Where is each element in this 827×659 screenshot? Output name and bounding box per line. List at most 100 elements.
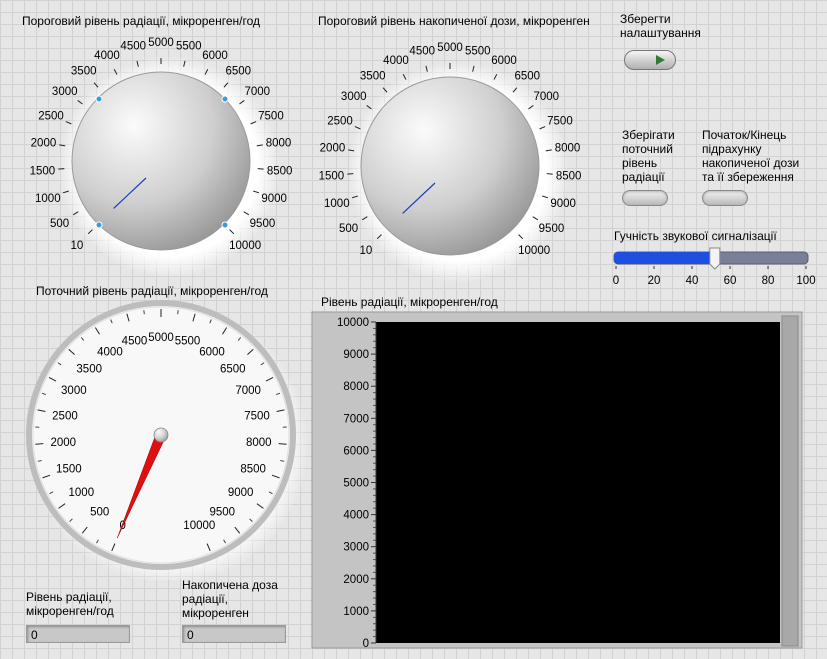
gauge-tick-label: 10000 bbox=[183, 520, 215, 532]
knob-tick-label: 500 bbox=[50, 218, 69, 230]
knob-tick-label: 9500 bbox=[250, 218, 276, 230]
knob-tick-label: 3000 bbox=[52, 86, 78, 98]
knob-tick-label: 9000 bbox=[550, 198, 576, 210]
knob-tick-label: 7000 bbox=[533, 91, 559, 103]
knob-tick-label: 10 bbox=[359, 245, 372, 257]
volume-tick-label: 0 bbox=[613, 275, 619, 287]
knob-tick-label: 1500 bbox=[30, 165, 56, 177]
gauge-tick bbox=[278, 443, 287, 445]
indicator-dose-field: 0 bbox=[182, 625, 286, 643]
knob-tick-label: 7500 bbox=[547, 115, 573, 127]
gauge-tick-label: 1000 bbox=[69, 487, 95, 499]
radiation-chart: 0 1000 2000 3000 4000 5000 6000 7000 8000 9000 100… bbox=[311, 311, 803, 650]
knob-tick-label: 5000 bbox=[148, 37, 174, 49]
chart-y-tick-label: 5000 bbox=[343, 478, 369, 490]
gauge-tick-label: 2000 bbox=[50, 437, 76, 449]
knob-tick-label: 4500 bbox=[120, 40, 146, 52]
knob-tick-label: 2000 bbox=[320, 142, 346, 154]
chart-plot-area bbox=[376, 322, 780, 643]
knob-tick-label: 8000 bbox=[555, 142, 581, 154]
dose-count-toggle[interactable] bbox=[702, 190, 748, 206]
gauge-tick-label: 4500 bbox=[122, 336, 148, 348]
gauge-tick-label: 5500 bbox=[175, 336, 201, 348]
volume-slider[interactable]: 0 20 40 60 80 100 bbox=[606, 240, 820, 290]
knob-tick-label: 2500 bbox=[38, 110, 64, 122]
knob-tick-label: 6500 bbox=[225, 66, 251, 78]
volume-tick-label: 80 bbox=[762, 275, 775, 287]
gauge-tick-label: 8000 bbox=[246, 437, 272, 449]
gauge-tick-label: 6500 bbox=[220, 363, 246, 375]
knob-tick-label: 8500 bbox=[556, 170, 582, 182]
knob-tick-label: 7500 bbox=[258, 110, 284, 122]
knob-tick-label: 1000 bbox=[35, 193, 61, 205]
knob-tick-label: 3500 bbox=[71, 66, 97, 78]
chart-y-tick-label: 4000 bbox=[343, 510, 369, 522]
gauge-tick-label: 7500 bbox=[244, 410, 270, 422]
gauge-tick-label: 500 bbox=[90, 506, 109, 518]
chart-y-tick-label: 7000 bbox=[343, 413, 369, 425]
radiation-gauge: 0500100015002000250030003500400045005000… bbox=[26, 300, 309, 580]
knob-tick-label: 3000 bbox=[341, 91, 367, 103]
selection-handle bbox=[95, 95, 103, 103]
selection-handle bbox=[221, 95, 229, 103]
knob-tick-label: 3500 bbox=[360, 71, 386, 83]
gauge-tick-label: 1500 bbox=[56, 463, 82, 475]
knob-tick-label: 7000 bbox=[244, 86, 270, 98]
knob-tick-label: 1500 bbox=[319, 170, 345, 182]
selection-handle bbox=[221, 221, 229, 229]
knob-dose[interactable]: 10500 1000 1500 2000 2500 3000 3500 40004500 500… bbox=[300, 0, 610, 285]
knob-tick-label: 2000 bbox=[31, 137, 57, 149]
knob-tick-label: 10000 bbox=[518, 245, 550, 257]
knob-tick-label: 2500 bbox=[327, 115, 353, 127]
knob-tick-label: 8500 bbox=[267, 165, 293, 177]
indicator-dose-label: Накопичена доза радіації, мікроренген bbox=[182, 578, 278, 620]
gauge-tick-label: 4000 bbox=[97, 346, 123, 358]
save-settings-button[interactable] bbox=[624, 50, 676, 70]
gauge-tick-label: 3000 bbox=[61, 385, 87, 397]
chart-y-tick-label: 3000 bbox=[343, 542, 369, 554]
volume-tick-label: 100 bbox=[796, 275, 815, 287]
knob-tick-label: 9500 bbox=[539, 223, 565, 235]
chart-y-tick-label: 6000 bbox=[343, 445, 369, 457]
knob-tick-label: 4500 bbox=[409, 45, 435, 57]
volume-tick-label: 60 bbox=[724, 275, 737, 287]
chart-y-tick-label: 9000 bbox=[343, 349, 369, 361]
gauge-tick bbox=[35, 443, 44, 445]
knob-tick-label: 4000 bbox=[383, 55, 409, 67]
dose-count-label: Початок/Кінець підрахунку накопиченої до… bbox=[702, 128, 800, 184]
knob-rate[interactable]: 10500 1000 1500 2000 2500 3000 3500 40004500 500… bbox=[0, 0, 310, 285]
gauge-tick-label: 7000 bbox=[235, 385, 261, 397]
knob-tick-label: 1000 bbox=[324, 198, 350, 210]
gauge-tick-label: 2500 bbox=[52, 410, 78, 422]
knob-tick-label: 10000 bbox=[229, 240, 261, 252]
knob-tick-label: 5500 bbox=[465, 45, 491, 57]
knob-tick-label: 6000 bbox=[491, 55, 517, 67]
gauge-tick-label: 5000 bbox=[148, 332, 174, 344]
chart-y-tick-label: 0 bbox=[363, 638, 369, 650]
play-icon bbox=[656, 55, 665, 65]
knob-tick-label: 5000 bbox=[437, 42, 463, 54]
indicator-rate-label: Рівень радіації, мікроренген/год bbox=[26, 590, 114, 618]
gauge-tick-label: 9500 bbox=[209, 506, 235, 518]
save-settings-label: Зберегти налаштування bbox=[620, 12, 701, 40]
knob-tick-label: 6500 bbox=[514, 71, 540, 83]
chart-y-tick-label: 8000 bbox=[343, 381, 369, 393]
save-current-level-toggle[interactable] bbox=[622, 190, 668, 206]
chart-y-tick-label: 1000 bbox=[343, 606, 369, 618]
knob-tick-label: 10 bbox=[70, 240, 83, 252]
chart-y-tick-label: 2000 bbox=[343, 574, 369, 586]
volume-thumb[interactable] bbox=[709, 247, 721, 270]
knob-tick-label: 9000 bbox=[261, 193, 287, 205]
knob-tick-label: 4000 bbox=[94, 50, 120, 62]
gauge-minor-tick bbox=[143, 310, 145, 315]
volume-tick-label: 40 bbox=[686, 275, 699, 287]
gauge-tick-label: 3500 bbox=[76, 363, 102, 375]
gauge-tick-label: 6000 bbox=[199, 346, 225, 358]
knob-tick-label: 8000 bbox=[266, 137, 292, 149]
chart-y-tick-label: 10000 bbox=[337, 317, 369, 329]
gauge-tick-label: 9000 bbox=[228, 487, 254, 499]
gauge-tick-label: 8500 bbox=[240, 463, 266, 475]
indicator-rate-field: 0 bbox=[26, 625, 130, 643]
volume-fill bbox=[614, 252, 715, 264]
gauge-hub bbox=[153, 427, 169, 443]
